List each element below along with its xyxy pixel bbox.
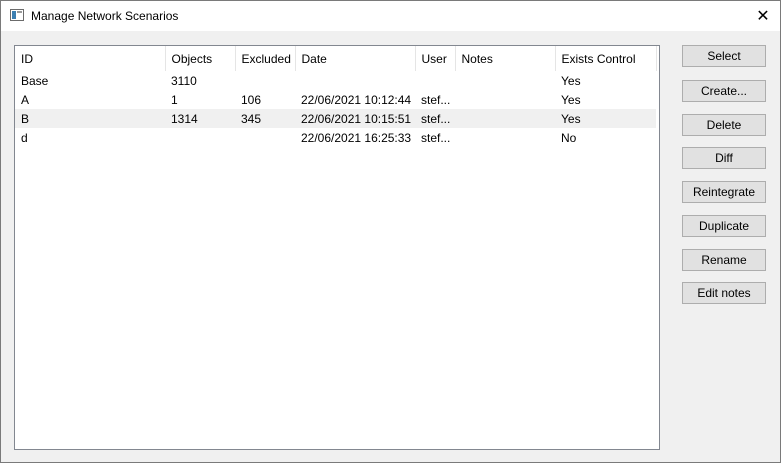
cell-exists-control: Yes [561, 92, 581, 107]
cell-objects [165, 128, 235, 147]
table-row[interactable]: B 1314 345 22/06/2021 10:15:51 stef... Y… [15, 109, 656, 128]
cell-user: stef... [421, 92, 451, 107]
create-button[interactable]: Create... [682, 80, 766, 102]
cell-id: Base [21, 73, 49, 88]
column-header-user[interactable]: User [415, 46, 456, 71]
scenario-table: ID Objects Excluded Date User Notes Exis… [15, 46, 657, 147]
cell-user: stef... [415, 109, 455, 128]
cell-objects: 3110 [171, 73, 197, 88]
cell-notes [455, 109, 555, 128]
cell-id: A [21, 92, 30, 107]
window-title: Manage Network Scenarios [31, 9, 179, 23]
reintegrate-button[interactable]: Reintegrate [682, 181, 766, 203]
column-header-notes[interactable]: Notes [455, 46, 556, 71]
cell-objects: 1 [171, 92, 178, 107]
cell-notes [455, 128, 555, 147]
table-row[interactable]: Base 3110 Yes [15, 71, 656, 90]
manage-network-scenarios-dialog: Manage Network Scenarios ✕ ID Objects Ex… [0, 0, 781, 463]
select-button[interactable]: Select [682, 45, 766, 67]
column-header-objects[interactable]: Objects [165, 46, 236, 71]
cell-excluded [235, 71, 295, 90]
column-header-excluded[interactable]: Excluded [235, 46, 296, 71]
cell-user [415, 71, 455, 90]
cell-id: d [21, 130, 28, 145]
scenario-list[interactable]: ID Objects Excluded Date User Notes Exis… [14, 45, 660, 450]
cell-objects: 1314 [165, 109, 235, 128]
cell-date: 22/06/2021 16:25:33 [301, 130, 412, 145]
cell-notes [455, 71, 555, 90]
column-header-date[interactable]: Date [295, 46, 416, 71]
rename-button[interactable]: Rename [682, 249, 766, 271]
delete-button[interactable]: Delete [682, 114, 766, 136]
duplicate-button[interactable]: Duplicate [682, 215, 766, 237]
cell-exists-control: No [561, 130, 577, 145]
table-row[interactable]: d 22/06/2021 16:25:33 stef... No [15, 128, 656, 147]
cell-id: B [15, 109, 165, 128]
cell-notes [455, 90, 555, 109]
cell-date [295, 71, 415, 90]
cell-exists-control: Yes [555, 109, 656, 128]
cell-excluded: 106 [241, 92, 262, 107]
cell-excluded [235, 128, 295, 147]
column-header-exists-control[interactable]: Exists Control [555, 46, 657, 71]
diff-button[interactable]: Diff [682, 147, 766, 169]
edit-notes-button[interactable]: Edit notes [682, 282, 766, 304]
cell-date: 22/06/2021 10:12:44 [301, 92, 412, 107]
table-row[interactable]: A 1 106 22/06/2021 10:12:44 stef... Yes [15, 90, 656, 109]
table-header: ID Objects Excluded Date User Notes Exis… [15, 46, 657, 71]
title-bar: Manage Network Scenarios ✕ [1, 1, 780, 31]
cell-exists-control: Yes [561, 73, 581, 88]
close-icon[interactable]: ✕ [746, 1, 780, 31]
window-icon [10, 9, 24, 21]
cell-date: 22/06/2021 10:15:51 [295, 109, 415, 128]
cell-excluded: 345 [235, 109, 295, 128]
column-header-id[interactable]: ID [15, 46, 166, 71]
cell-user: stef... [421, 130, 451, 145]
